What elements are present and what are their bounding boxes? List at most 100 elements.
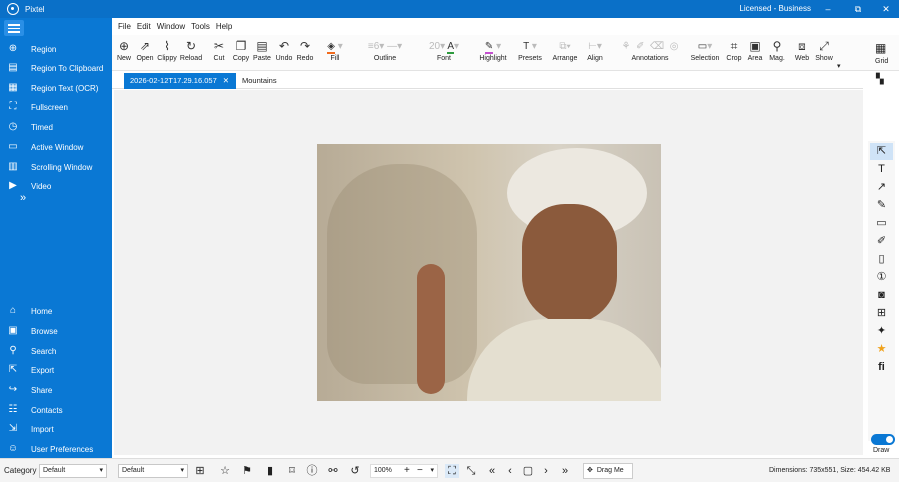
highlight-group[interactable]: ✎ ▾ Highlight xyxy=(474,38,512,70)
actual-size-icon[interactable]: ⤡ xyxy=(464,464,478,478)
zoom-control[interactable]: 100% + − ▾ xyxy=(370,464,438,478)
layout-icon[interactable]: ▚ xyxy=(876,74,884,85)
app-title: Pixtel xyxy=(25,4,45,14)
close-button[interactable]: ✕ xyxy=(875,2,897,16)
sidebar-item-contacts[interactable]: ☷ Contacts xyxy=(0,401,112,419)
drag-me-button[interactable]: ✥ Drag Me xyxy=(583,463,633,479)
sidebar-item-search[interactable]: ⚲ Search xyxy=(0,342,112,360)
cut-icon: ✂ xyxy=(213,39,225,53)
outline-group[interactable]: ≡6▾ ―▾ Outline xyxy=(352,38,418,70)
export-icon: ⇱ xyxy=(8,364,18,375)
fill-group[interactable]: ◈ ▾ Fill xyxy=(318,38,352,70)
video-icon: ▶ xyxy=(9,180,17,191)
sidebar-item-share[interactable]: ↪ Share xyxy=(0,381,112,399)
text-style-icon[interactable]: fi xyxy=(870,359,893,376)
stamp-icon[interactable]: ⊞ xyxy=(870,305,893,322)
redo-button[interactable]: ↷ Redo xyxy=(293,38,317,70)
open-button[interactable]: ⇗ Open xyxy=(133,38,157,70)
sidebar-item-region-to-clipboard[interactable]: ▤ Region To Clipboard xyxy=(0,59,112,77)
show-button[interactable]: ⤢ Show xyxy=(812,38,836,70)
text-icon[interactable]: T xyxy=(870,161,893,178)
pointer-icon[interactable]: ⇱ xyxy=(870,143,893,160)
sticker-icon[interactable]: ◙ xyxy=(870,287,893,304)
area-button[interactable]: ▣ Area xyxy=(743,38,767,70)
import-icon: ⇲ xyxy=(8,423,18,434)
last-page-icon[interactable]: » xyxy=(558,464,572,478)
paste-button[interactable]: ▤ Paste xyxy=(250,38,274,70)
star-icon[interactable]: ★ xyxy=(870,341,893,358)
marker-icon[interactable]: ✐ xyxy=(870,233,893,250)
history-icon[interactable]: ↺ xyxy=(348,464,362,478)
step-number-icon[interactable]: ① xyxy=(870,269,893,286)
next-icon[interactable]: › xyxy=(539,464,553,478)
sidebar-item-video[interactable]: ▶ Video xyxy=(0,177,112,195)
first-page-icon[interactable]: « xyxy=(485,464,499,478)
font-group[interactable]: 20▾ A▾ Font xyxy=(418,38,470,70)
close-tab-icon[interactable]: ✕ xyxy=(223,73,229,89)
sidebar-item-region-text-ocr[interactable]: ▦ Region Text (OCR) xyxy=(0,79,112,97)
menu-file[interactable]: File xyxy=(112,22,131,31)
scroll-window-icon: ▥ xyxy=(8,161,18,172)
tag-icon[interactable]: ⌑ xyxy=(285,464,299,478)
grid-icon[interactable]: ▦ xyxy=(875,41,886,55)
rectangle-icon[interactable]: ▭ xyxy=(870,215,893,232)
maximize-button[interactable]: ⧉ xyxy=(847,2,869,16)
align-group[interactable]: ⊢▾ Align xyxy=(580,38,610,70)
web-button[interactable]: ⧈ Web xyxy=(790,38,814,70)
sidebar-item-browse[interactable]: ▣ Browse xyxy=(0,322,112,340)
cut-button[interactable]: ✂ Cut xyxy=(207,38,231,70)
grid-panel: ▦ Grid ▚ xyxy=(866,36,899,106)
sidebar-item-timed[interactable]: ◷ Timed xyxy=(0,118,112,136)
sidebar-item-region[interactable]: ⊕ Region xyxy=(0,40,112,58)
sidebar-item-active-window[interactable]: ▭ Active Window xyxy=(0,138,112,156)
zoom-out-icon[interactable]: − xyxy=(417,465,423,477)
hamburger-menu-button[interactable] xyxy=(4,20,24,36)
menu-edit[interactable]: Edit xyxy=(131,22,151,31)
sidebar-item-scrolling-window[interactable]: ▥ Scrolling Window xyxy=(0,158,112,176)
previous-icon[interactable]: ‹ xyxy=(503,464,517,478)
expand-icon[interactable]: » xyxy=(20,192,26,204)
sidebar-item-user-preferences[interactable]: ☺ User Preferences xyxy=(0,440,112,458)
category-select[interactable]: Default ▾ xyxy=(39,464,107,478)
sidebar-item-home[interactable]: ⌂ Home xyxy=(0,302,112,320)
arrow-icon[interactable]: ↗ xyxy=(870,179,893,196)
chevron-down-icon: ▾ xyxy=(430,467,434,474)
clippy-button[interactable]: ⌇ Clippy xyxy=(155,38,179,70)
menu-help[interactable]: Help xyxy=(210,22,232,31)
magnifier-button[interactable]: ⚲ Mag. xyxy=(765,38,789,70)
fit-screen-icon[interactable]: ⛶ xyxy=(445,464,459,478)
annotations-group[interactable]: ⚘ ✐ ⌫ ◎ Annotations xyxy=(614,38,686,70)
ribbon-overflow-icon[interactable]: ▾ xyxy=(837,62,841,70)
tab-capture[interactable]: 2026-02-12T17.29.16.057 ✕ xyxy=(124,73,236,89)
sidebar-item-fullscreen[interactable]: ⛶ Fullscreen xyxy=(0,98,112,116)
selection-group[interactable]: ▭▾ Selection xyxy=(688,38,722,70)
info-icon[interactable]: ⓘ xyxy=(305,464,319,478)
redo-icon: ↷ xyxy=(299,39,311,53)
link-icon[interactable]: ⚯ xyxy=(326,464,340,478)
menu-window[interactable]: Window xyxy=(151,22,185,31)
zoom-in-icon[interactable]: + xyxy=(404,465,410,477)
favorite-star-icon[interactable]: ☆ xyxy=(218,464,232,478)
arrange-group[interactable]: ⧉▾ Arrange xyxy=(548,38,582,70)
draw-toggle[interactable] xyxy=(871,434,895,445)
status-text: Dimensions: 735x551, Size: 454.42 KB xyxy=(769,467,891,474)
minimize-button[interactable]: – xyxy=(817,2,839,16)
app-logo-icon xyxy=(7,3,19,15)
style-select[interactable]: Default ▾ xyxy=(118,464,188,478)
pen-icon[interactable]: ✎ xyxy=(870,197,893,214)
flag-icon[interactable]: ⚑ xyxy=(240,464,254,478)
tab-mountains[interactable]: Mountains xyxy=(236,73,296,89)
presets-group[interactable]: T ▾ Presets xyxy=(513,38,547,70)
page-icon[interactable]: ▢ xyxy=(521,464,535,478)
gallery-icon[interactable]: ⊞ xyxy=(193,464,207,478)
magic-icon[interactable]: ✦ xyxy=(870,323,893,340)
reload-button[interactable]: ↻ Reload xyxy=(179,38,203,70)
annotation-person-icon: ⚘ xyxy=(621,41,631,52)
user-icon: ☺ xyxy=(7,443,19,454)
bookmark-icon[interactable]: ▮ xyxy=(263,464,277,478)
sidebar-item-import[interactable]: ⇲ Import xyxy=(0,420,112,438)
captured-image[interactable] xyxy=(317,144,661,401)
menu-tools[interactable]: Tools xyxy=(185,22,210,31)
sidebar-item-export[interactable]: ⇱ Export xyxy=(0,361,112,379)
note-icon[interactable]: ▯ xyxy=(870,251,893,268)
